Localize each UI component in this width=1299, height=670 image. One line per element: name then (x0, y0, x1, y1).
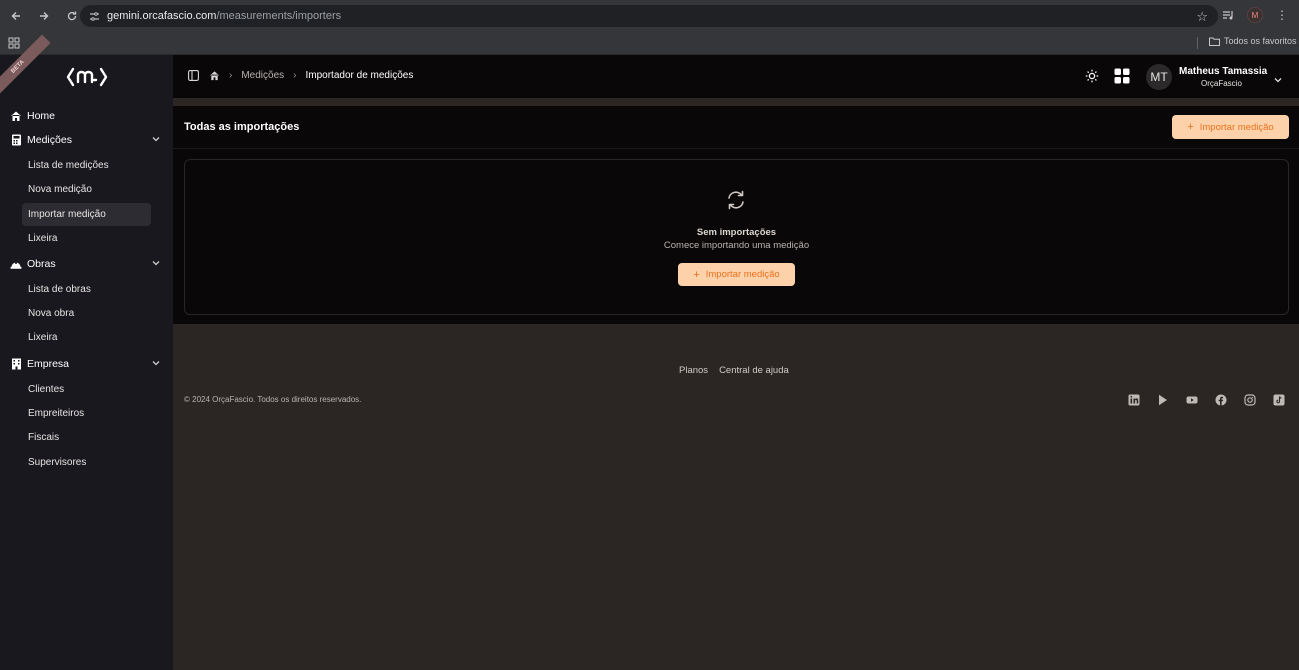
bookmarks-divider (1197, 37, 1198, 49)
bookmarks-folder-label: Todos os favoritos (1224, 36, 1297, 46)
empty-import-measurement-button[interactable]: + Importar medição (678, 263, 795, 286)
footer-link-central-ajuda[interactable]: Central de ajuda (719, 365, 789, 376)
social-links (1127, 393, 1285, 406)
sidebar-item-nova-medicao[interactable]: Nova medição (22, 178, 151, 201)
sidebar-item-supervisores[interactable]: Supervisores (22, 451, 151, 474)
building-icon (10, 358, 22, 370)
sidebar-item-label: Fiscais (28, 432, 60, 443)
sidebar-group-label: Empresa (27, 358, 70, 370)
forward-icon[interactable] (32, 4, 56, 28)
breadcrumb-medicoes[interactable]: Medições (241, 70, 284, 81)
sidebar-item-label: Importar medição (28, 209, 106, 220)
sidebar: BETA Home Medições Lista de medições Nov… (0, 34, 173, 670)
chevron-down-icon[interactable] (151, 134, 161, 144)
sidebar-item-fiscais[interactable]: Fiscais (22, 426, 151, 449)
empty-state-subtitle: Comece importando uma medição (663, 240, 810, 251)
apps-grid-icon[interactable] (8, 36, 20, 49)
sidebar-item-label: Lixeira (28, 332, 58, 343)
sidebar-group-medicoes[interactable]: Medições (10, 129, 165, 151)
sidebar-item-label: Nova obra (28, 308, 75, 319)
page-title: Todas as importações (184, 121, 300, 133)
media-control-icon[interactable] (1219, 6, 1237, 24)
copyright-text: © 2024 OrçaFascio. Todos os direitos res… (184, 395, 362, 404)
empty-import-button-label: Importar medição (705, 269, 780, 280)
plus-icon: + (1187, 121, 1194, 133)
breadcrumb-current: Importador de medições (305, 69, 414, 81)
all-bookmarks-folder[interactable]: Todos os favoritos (1209, 36, 1297, 46)
sidebar-group-label: Medições (27, 134, 72, 146)
sidebar-group-empresa[interactable]: Empresa (10, 353, 165, 375)
app-logo[interactable] (66, 66, 108, 88)
tiktok-icon[interactable] (1272, 393, 1285, 406)
chevron-down-icon[interactable] (1273, 72, 1283, 83)
breadcrumb: › Medições › Importador de medições (187, 69, 413, 81)
footer-link-planos[interactable]: Planos (679, 365, 708, 376)
sidebar-item-lista-obras[interactable]: Lista de obras (22, 278, 151, 301)
import-measurement-button[interactable]: + Importar medição (1172, 115, 1289, 139)
sidebar-item-label: Home (27, 110, 56, 122)
empty-state: Sem importações Comece importando uma me… (184, 159, 1289, 315)
importers-panel: Todas as importações + Importar medição … (173, 106, 1299, 324)
browser-toolbar: gemini.orcafascio.com/measurements/impor… (0, 0, 1299, 32)
calculator-icon (10, 134, 22, 146)
sidebar-item-label: Nova medição (28, 184, 92, 195)
sidebar-group-obras[interactable]: Obras (10, 253, 165, 275)
sync-icon (725, 189, 747, 211)
sidebar-item-lista-medicoes[interactable]: Lista de medições (22, 154, 151, 177)
url-host: gemini.orcafascio.com (107, 10, 217, 22)
theme-toggle-icon[interactable] (1085, 69, 1099, 83)
chevron-right-icon: › (293, 69, 297, 81)
sidebar-group-label: Obras (27, 258, 56, 270)
site-settings-icon[interactable] (88, 10, 100, 22)
folder-icon (1209, 37, 1220, 46)
home-icon[interactable] (208, 69, 220, 81)
sidebar-item-lixeira-obras[interactable]: Lixeira (22, 326, 151, 349)
google-play-icon[interactable] (1156, 393, 1169, 406)
title-divider (173, 148, 1299, 149)
chevron-down-icon[interactable] (151, 258, 161, 268)
chevron-right-icon: › (229, 69, 233, 81)
empty-state-title: Sem importações (696, 227, 777, 238)
instagram-icon[interactable] (1243, 393, 1256, 406)
apps-grid-icon[interactable] (1114, 68, 1130, 84)
import-button-label: Importar medição (1199, 121, 1274, 133)
youtube-icon[interactable] (1185, 393, 1198, 406)
sidebar-item-clientes[interactable]: Clientes (22, 378, 151, 401)
user-organization: OrçaFascio (1201, 79, 1242, 88)
chrome-menu-icon[interactable]: ⋮ (1273, 6, 1291, 24)
sidebar-item-nova-obra[interactable]: Nova obra (22, 302, 151, 325)
sidebar-item-label: Lista de obras (28, 284, 91, 295)
sidebar-item-label: Empreiteiros (28, 408, 85, 419)
hardhat-icon (10, 258, 22, 270)
header-separator (173, 98, 1299, 106)
chevron-down-icon[interactable] (151, 358, 161, 368)
url-path: /measurements/importers (216, 10, 342, 22)
back-icon[interactable] (4, 4, 28, 28)
sidebar-item-importar-medicao[interactable]: Importar medição (22, 203, 151, 226)
bookmarks-bar: Todos os favoritos (0, 32, 1299, 55)
footer-links: Planos Central de ajuda (679, 365, 789, 376)
url-bar[interactable]: gemini.orcafascio.com/measurements/impor… (80, 5, 1218, 27)
sidebar-item-label: Supervisores (28, 457, 87, 468)
sidebar-item-label: Clientes (28, 384, 65, 395)
sidebar-item-home[interactable]: Home (10, 105, 165, 127)
sidebar-item-lixeira-medicoes[interactable]: Lixeira (22, 227, 151, 250)
sidebar-item-label: Lista de medições (28, 160, 109, 171)
bookmark-star-icon[interactable]: ☆ (1196, 9, 1208, 25)
profile-avatar[interactable]: M (1247, 7, 1263, 23)
user-avatar[interactable]: MT (1146, 64, 1172, 90)
sidebar-item-empreiteiros[interactable]: Empreiteiros (22, 402, 151, 425)
plus-icon: + (693, 268, 700, 281)
top-header: › Medições › Importador de medições MT M… (173, 55, 1299, 98)
sidebar-toggle-icon[interactable] (187, 69, 199, 81)
linkedin-icon[interactable] (1127, 393, 1140, 406)
home-icon (10, 110, 22, 122)
sidebar-item-label: Lixeira (28, 233, 58, 244)
facebook-icon[interactable] (1214, 393, 1227, 406)
user-name[interactable]: Matheus Tamassia (1179, 66, 1267, 77)
